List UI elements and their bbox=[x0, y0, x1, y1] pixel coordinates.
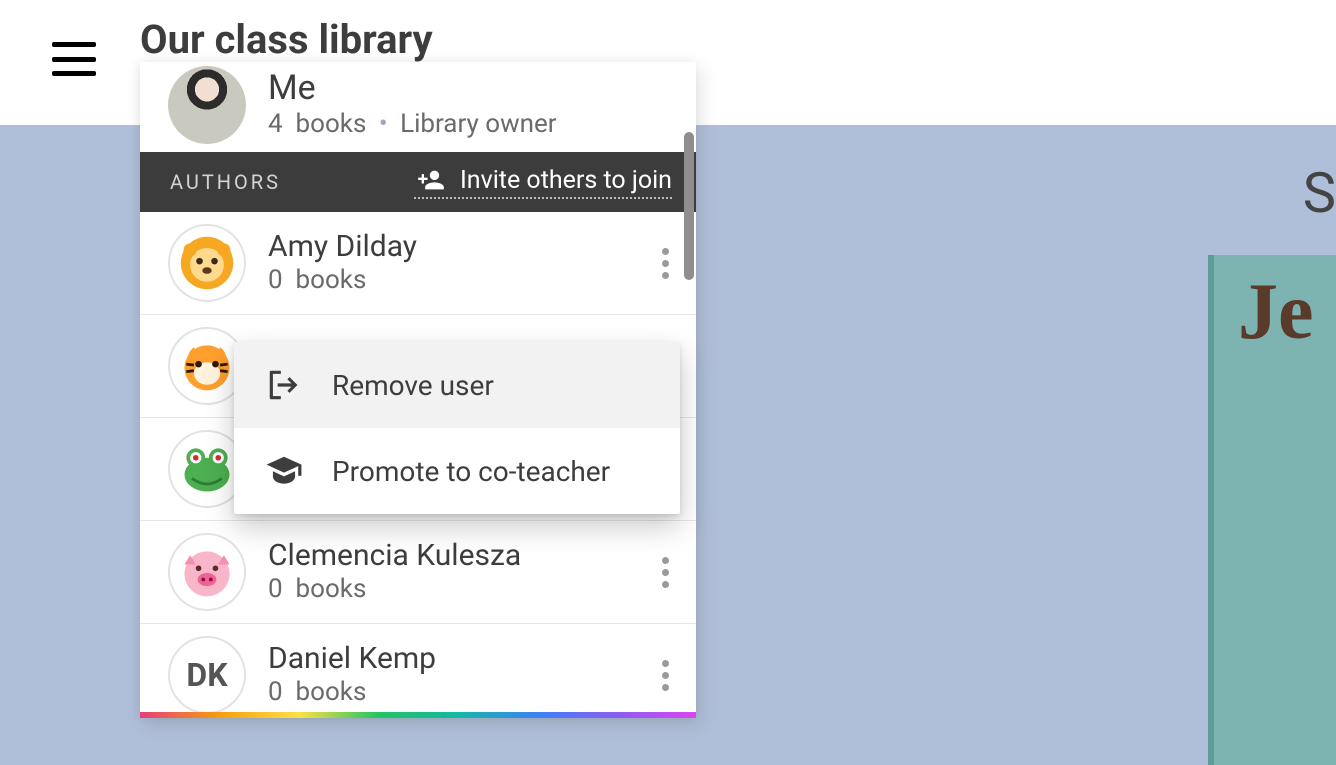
authors-section-header: AUTHORS Invite others to join bbox=[140, 152, 696, 212]
avatar-pig-icon bbox=[168, 533, 246, 611]
owner-name: Me bbox=[268, 71, 557, 107]
row-menu-button[interactable] bbox=[644, 544, 686, 600]
scrollbar-thumb[interactable] bbox=[684, 132, 694, 280]
author-row: Clemencia Kulesza 0 books bbox=[140, 521, 696, 624]
avatar-lion-icon bbox=[168, 224, 246, 302]
remove-user-item[interactable]: Remove user bbox=[234, 342, 680, 428]
book-title-partial: Je bbox=[1238, 267, 1314, 358]
rainbow-divider bbox=[140, 712, 696, 718]
invite-others-button[interactable]: Invite others to join bbox=[414, 166, 672, 199]
more-vert-icon bbox=[662, 557, 669, 588]
page-title: Our class library bbox=[140, 16, 433, 63]
author-name: Daniel Kemp bbox=[268, 643, 436, 675]
invite-label: Invite others to join bbox=[460, 166, 672, 195]
person-add-icon bbox=[414, 166, 448, 194]
author-row: DK Daniel Kemp 0 books bbox=[140, 624, 696, 712]
author-row: Amy Dilday 0 books bbox=[140, 212, 696, 315]
owner-row: Me 4 books • Library owner bbox=[140, 62, 696, 152]
remove-user-label: Remove user bbox=[332, 369, 494, 402]
promote-label: Promote to co-teacher bbox=[332, 455, 610, 488]
row-menu-button[interactable] bbox=[644, 647, 686, 703]
authors-label: AUTHORS bbox=[170, 170, 281, 194]
hamburger-menu-icon[interactable] bbox=[52, 42, 96, 76]
author-name: Clemencia Kulesza bbox=[268, 540, 521, 572]
author-name: Amy Dilday bbox=[268, 231, 417, 263]
author-context-menu: Remove user Promote to co-teacher bbox=[234, 342, 680, 514]
side-letter: S bbox=[1303, 160, 1336, 226]
more-vert-icon bbox=[662, 248, 669, 279]
row-menu-button[interactable] bbox=[644, 235, 686, 291]
graduation-cap-icon bbox=[262, 452, 306, 490]
promote-co-teacher-item[interactable]: Promote to co-teacher bbox=[234, 428, 680, 514]
book-cover-preview[interactable]: Je bbox=[1208, 255, 1336, 765]
avatar bbox=[168, 66, 246, 144]
more-vert-icon bbox=[662, 660, 669, 691]
author-books: 0 books bbox=[268, 265, 417, 295]
author-books: 0 books bbox=[268, 574, 521, 604]
author-books: 0 books bbox=[268, 677, 436, 707]
avatar-initials: DK bbox=[168, 636, 246, 712]
owner-subline: 4 books • Library owner bbox=[268, 109, 557, 139]
logout-icon bbox=[262, 366, 306, 404]
